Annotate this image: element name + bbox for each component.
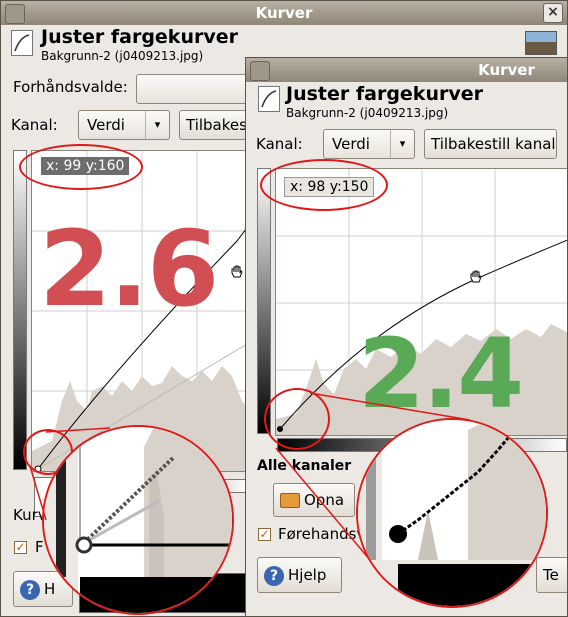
presets-label: Forhåndsvalde:: [13, 78, 128, 96]
channel-value: Verdi: [332, 135, 370, 153]
help-button[interactable]: ? Hjelp: [257, 557, 342, 593]
annotation-ellipse: [260, 159, 388, 211]
zoom-magnifier-right: [356, 418, 548, 608]
annotation-ellipse: [19, 144, 143, 190]
annotation-circle-small: [264, 388, 330, 450]
window-titlebar[interactable]: Kurver: [246, 58, 567, 82]
chevron-down-icon: ▾: [390, 130, 414, 158]
reset-channel-label: Tilbakes: [186, 116, 247, 134]
gamma-badge-green: 2.4: [358, 318, 524, 430]
channel-label: Kanal:: [11, 116, 58, 134]
help-icon: ?: [264, 565, 284, 586]
channel-combo[interactable]: Verdi ▾: [323, 129, 415, 159]
folder-open-icon: [280, 493, 300, 508]
zoom-magnifier-left: [42, 425, 234, 615]
output-gradient-bar: [257, 168, 271, 434]
preview-label: F: [35, 538, 44, 556]
chevron-down-icon: ▾: [145, 111, 169, 139]
dialog-subtitle: Bakgrunn-2 (j0409213.jpg): [286, 106, 449, 120]
hand-cursor-icon: [229, 264, 245, 280]
dialog-title: Juster fargekurver: [41, 26, 238, 48]
open-button[interactable]: Opna: [273, 483, 355, 517]
reset-channel-button[interactable]: Tilbakestill kanal: [424, 129, 557, 159]
window-menu-icon[interactable]: [5, 4, 25, 24]
gamma-badge-red: 2.6: [39, 208, 219, 330]
preview-label: Førehandsv: [278, 525, 366, 543]
window-title: Kurver: [255, 4, 313, 22]
curves-dialog-icon: [11, 30, 33, 56]
window-title: Kurver: [478, 61, 535, 79]
close-icon[interactable]: ×: [543, 3, 563, 23]
window-menu-icon[interactable]: [250, 61, 270, 81]
presets-combo[interactable]: [136, 74, 256, 104]
dialog-title: Juster fargekurver: [286, 83, 483, 105]
all-channels-label: Alle kanaler: [257, 458, 352, 474]
curves-dialog-icon: [258, 86, 280, 112]
window-titlebar[interactable]: Kurver: [1, 1, 567, 25]
channel-label: Kanal:: [256, 135, 303, 153]
dialog-subtitle: Bakgrunn-2 (j0409213.jpg): [41, 49, 204, 63]
image-thumbnail: [525, 31, 557, 55]
help-icon: ?: [20, 579, 40, 600]
channel-combo[interactable]: Verdi ▾: [78, 110, 170, 140]
output-gradient-bar: [13, 150, 27, 470]
help-label: Hjelp: [288, 566, 327, 584]
reset-channel-label: Tilbakestill kanal: [431, 135, 556, 153]
hand-cursor-icon: [468, 269, 484, 285]
channel-value: Verdi: [87, 116, 125, 134]
open-label: Opna: [304, 491, 345, 509]
preview-checkbox[interactable]: ✓: [14, 541, 27, 554]
preview-checkbox[interactable]: ✓: [258, 528, 271, 541]
